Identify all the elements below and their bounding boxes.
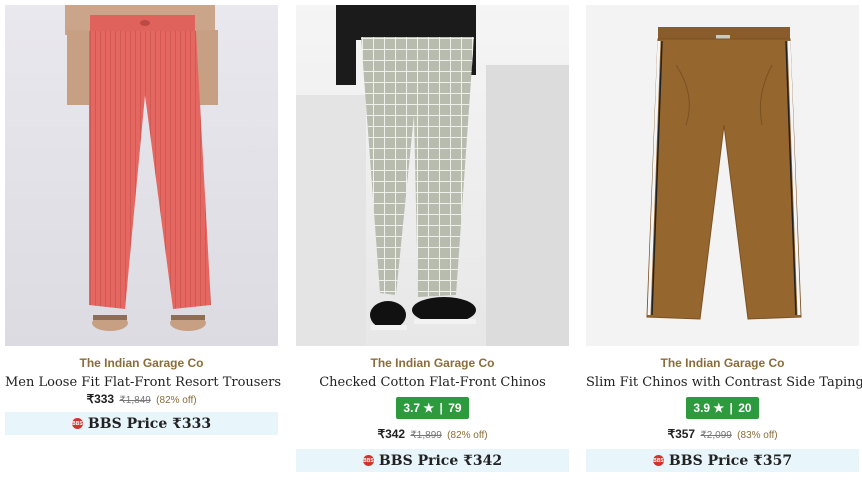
selling-price: ₹342: [377, 427, 406, 441]
bbs-logo-icon: BBS: [71, 418, 83, 429]
product-brand[interactable]: The Indian Garage Co: [5, 356, 278, 370]
brown-chinos-image: [646, 27, 802, 320]
product-card[interactable]: The Indian Garage Co Men Loose Fit Flat-…: [5, 5, 281, 435]
product-title[interactable]: Men Loose Fit Flat-Front Resort Trousers: [5, 375, 281, 391]
discount-text: (82% off): [156, 395, 197, 406]
rating-separator: |: [439, 401, 443, 415]
bbs-price-label: BBS Price ₹333: [87, 415, 212, 432]
price-line: ₹342 ₹1,899 (82% off): [296, 427, 569, 443]
price-line: ₹333 ₹1,849 (82% off): [5, 392, 278, 408]
product-brand[interactable]: The Indian Garage Co: [586, 356, 859, 370]
bbs-price-label: BBS Price ₹357: [668, 452, 793, 469]
product-title[interactable]: Slim Fit Chinos with Contrast Side Tapin…: [586, 375, 862, 391]
product-image[interactable]: [586, 5, 859, 346]
product-card[interactable]: The Indian Garage Co Checked Cotton Flat…: [296, 5, 569, 472]
star-icon: ★: [423, 401, 435, 415]
rating-wrap: 3.9 ★ | 20: [586, 397, 859, 419]
bbs-price-banner: BBS BBS Price ₹342: [296, 449, 569, 472]
discount-text: (83% off): [737, 430, 778, 441]
selling-price: ₹357: [667, 427, 696, 441]
bbs-price-banner: BBS BBS Price ₹357: [586, 449, 859, 472]
rating-badge[interactable]: 3.9 ★ | 20: [686, 397, 759, 419]
mrp-price: ₹2,099: [700, 430, 732, 441]
rating-value: 3.7: [403, 401, 421, 415]
star-icon: ★: [713, 401, 725, 415]
product-brand[interactable]: The Indian Garage Co: [296, 356, 569, 370]
rating-count: 20: [738, 401, 752, 415]
rating-separator: |: [729, 401, 733, 415]
grey-check-chinos-image: [296, 5, 569, 346]
product-image[interactable]: [296, 5, 569, 346]
bbs-price-label: BBS Price ₹342: [378, 452, 503, 469]
bbs-logo-icon: BBS: [362, 455, 374, 466]
selling-price: ₹333: [86, 392, 115, 406]
price-line: ₹357 ₹2,099 (83% off): [586, 427, 859, 443]
product-image[interactable]: [5, 5, 278, 346]
mrp-price: ₹1,899: [410, 430, 442, 441]
rating-value: 3.9: [693, 401, 711, 415]
bbs-price-banner: BBS BBS Price ₹333: [5, 412, 278, 435]
mrp-price: ₹1,849: [119, 395, 151, 406]
bbs-logo-icon: BBS: [652, 455, 664, 466]
rating-badge[interactable]: 3.7 ★ | 79: [396, 397, 469, 419]
rating-wrap: 3.7 ★ | 79: [296, 397, 569, 419]
product-card[interactable]: The Indian Garage Co Slim Fit Chinos wit…: [586, 5, 862, 472]
product-title[interactable]: Checked Cotton Flat-Front Chinos: [296, 375, 569, 391]
pink-trousers-image: [65, 5, 218, 331]
discount-text: (82% off): [447, 430, 488, 441]
rating-count: 79: [448, 401, 462, 415]
